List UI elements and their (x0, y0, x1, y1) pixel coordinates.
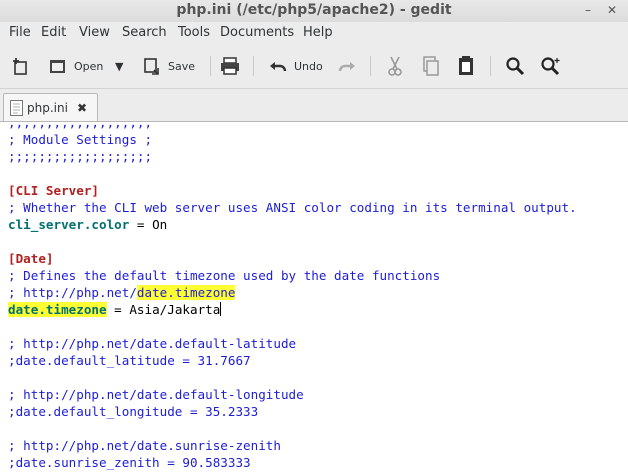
menu-help[interactable]: Help (303, 25, 333, 40)
menu-search[interactable]: Search (122, 25, 167, 40)
open-folder-icon (50, 60, 65, 73)
code-line: ; http://php.net/date.default-latitude (8, 336, 297, 351)
chevron-down-icon: ▼ (115, 59, 124, 73)
open-button[interactable]: Open (48, 54, 103, 78)
toolbar: Open ▼ Save Undo (0, 44, 628, 89)
tab-label: php.ini (27, 100, 68, 115)
save-icon (144, 58, 159, 75)
paste-button[interactable] (456, 54, 476, 78)
save-label: Save (168, 59, 196, 73)
ini-key: cli_server.color (8, 217, 130, 232)
code-line: ;date.default_latitude = 31.7667 (8, 353, 251, 368)
text-cursor (220, 302, 222, 316)
code-line: ;;;;;;;;;;;;;;;;;;; (8, 149, 153, 164)
code-line: ; http://php.net/date.sunrise-zenith (8, 438, 281, 453)
code-line: ; Module Settings ; (8, 132, 153, 147)
toolbar-separator (370, 56, 371, 76)
undo-label: Undo (294, 59, 323, 73)
new-document-icon (13, 58, 27, 75)
open-dropdown-button[interactable]: ▼ (115, 54, 123, 78)
text-editor[interactable]: ;;;;;;;;;;;;;;;;;;; ; Module Settings ; … (0, 122, 628, 474)
menu-bar: File Edit View Search Tools Documents He… (0, 22, 628, 44)
code-line: ;date.sunrise_zenith = 90.583333 (8, 455, 251, 470)
document-tab-bar: php.ini ✖ (0, 89, 628, 122)
code-line: ; Whether the CLI web server uses ANSI c… (8, 200, 577, 215)
code-line: ;date.default_longitude = 35.2333 (8, 404, 259, 419)
cut-button[interactable] (385, 54, 405, 78)
code-line: [CLI Server] (8, 183, 99, 198)
search-replace-icon (541, 57, 560, 76)
ini-key-highlighted: date.timezone (8, 302, 107, 317)
undo-button[interactable]: Undo (268, 54, 323, 78)
print-button[interactable] (219, 54, 241, 78)
code-line: ; http://php.net/date.default-longitude (8, 387, 304, 402)
comment-text: ; http://php.net/ (8, 285, 137, 300)
toolbar-separator (253, 56, 254, 76)
search-icon (506, 57, 525, 76)
code-line: cli_server.color = On (8, 216, 167, 233)
code-line: ;;;;;;;;;;;;;;;;;;; (8, 122, 153, 130)
print-icon (221, 57, 239, 75)
tab-php-ini[interactable]: php.ini ✖ (3, 93, 98, 121)
menu-edit[interactable]: Edit (41, 25, 66, 40)
cut-icon (388, 56, 402, 76)
toolbar-separator (490, 56, 491, 76)
close-window-button[interactable]: ✕ (607, 3, 617, 17)
code-line: ; http://php.net/date.timezone (8, 284, 236, 301)
minimize-button[interactable]: – (585, 3, 591, 17)
copy-button[interactable] (421, 54, 441, 78)
ini-value: = Asia/Jakarta (106, 302, 221, 317)
find-replace-button[interactable] (540, 54, 562, 78)
new-button[interactable] (10, 54, 30, 78)
copy-icon (423, 56, 439, 76)
ini-value: = On (129, 217, 168, 232)
toolbar-separator (210, 56, 211, 76)
menu-tools[interactable]: Tools (178, 25, 210, 40)
code-line: ; Defines the default timezone used by t… (8, 268, 441, 283)
menu-file[interactable]: File (9, 25, 31, 40)
redo-icon (338, 62, 355, 72)
search-match-highlight: date.timezone (136, 285, 236, 300)
code-line: [Date] (8, 251, 54, 266)
find-button[interactable] (505, 54, 525, 78)
save-button[interactable]: Save (142, 54, 195, 78)
menu-view[interactable]: View (79, 25, 110, 40)
menu-documents[interactable]: Documents (220, 25, 294, 40)
code-line: date.timezone = Asia/Jakarta (8, 301, 222, 318)
open-label: Open (74, 59, 104, 73)
window-title: php.ini (/etc/php5/apache2) - gedit (176, 2, 452, 18)
undo-icon (270, 62, 287, 72)
close-icon[interactable]: ✖ (77, 101, 87, 115)
paste-icon (459, 56, 473, 75)
redo-button[interactable] (337, 54, 357, 78)
text-file-icon (10, 99, 23, 116)
title-bar: php.ini (/etc/php5/apache2) - gedit – ✕ (0, 0, 628, 22)
